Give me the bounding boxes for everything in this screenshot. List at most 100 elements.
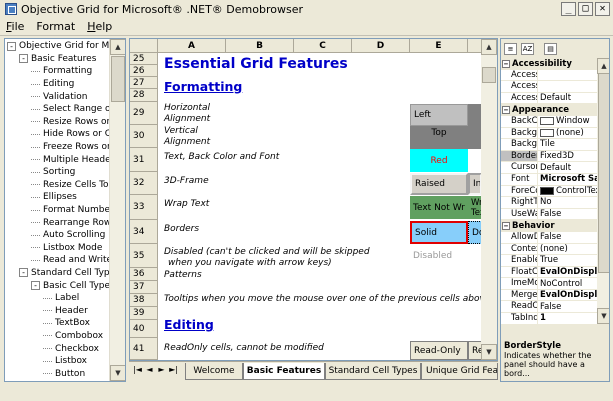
tab-welcome[interactable]: Welcome	[185, 363, 243, 380]
first-tab-icon[interactable]: |◄	[132, 365, 143, 374]
column-header-e[interactable]: E	[410, 39, 468, 53]
tree-item[interactable]: TextBox	[5, 317, 111, 330]
property-list[interactable]: −AccessibilityAccessibleDescriptionAcces…	[501, 58, 609, 324]
prev-tab-icon[interactable]: ◄	[144, 365, 155, 374]
row-header[interactable]: 28	[130, 89, 158, 102]
row-header[interactable]: 32	[130, 172, 158, 195]
sample-inset[interactable]: Ins	[468, 173, 482, 195]
tree-scroll-thumb[interactable]	[111, 56, 125, 102]
menu-file[interactable]: File	[6, 20, 24, 33]
tree-item[interactable]: Freeze Rows or Columns	[5, 141, 111, 154]
tree-item[interactable]: Format Numbers	[5, 204, 111, 217]
tree-item[interactable]: Ellipses	[5, 191, 111, 204]
category-collapse-icon[interactable]: −	[502, 222, 510, 231]
corner-header[interactable]	[130, 39, 158, 53]
column-header-d[interactable]: D	[352, 39, 410, 53]
tree-item[interactable]: Checkbox	[5, 342, 111, 355]
tree-collapse-icon[interactable]: -	[7, 41, 16, 51]
last-tab-icon[interactable]: ►|	[168, 365, 179, 374]
property-row[interactable]: BackColor Window	[501, 115, 609, 128]
tree-item[interactable]: - Standard Cell Types	[5, 267, 111, 280]
tree-item[interactable]: Multiple Header Rows	[5, 153, 111, 166]
property-row[interactable]: AccessibleRoleDefault	[501, 92, 609, 105]
sample-no-wrap[interactable]: Text Not Wr	[410, 196, 468, 219]
sample-solid-border[interactable]: Solid	[410, 221, 468, 244]
property-category[interactable]: − Accessibility	[501, 58, 609, 70]
sample-red-text[interactable]: Red	[410, 149, 468, 172]
row-header[interactable]: 36	[130, 268, 158, 281]
property-row[interactable]: BorderStyleFixed3D	[501, 150, 609, 163]
property-row[interactable]: AllowDropFalse	[501, 231, 609, 244]
tree-item[interactable]: - Basic Features	[5, 53, 111, 66]
tree-item[interactable]: Read and Write Tab	[5, 254, 111, 267]
tree-collapse-icon[interactable]: -	[19, 54, 28, 64]
tree-item[interactable]: Auto Scrolling	[5, 229, 111, 242]
property-row[interactable]: MergeCellsModeEvalOnDisplay	[501, 289, 609, 302]
property-row[interactable]: Font Microsoft Sans	[501, 173, 609, 186]
column-header-f[interactable]	[468, 39, 482, 53]
property-row[interactable]: ContextMenuStrip(none)	[501, 243, 609, 256]
property-category[interactable]: − Behavior	[501, 220, 609, 232]
tree-item[interactable]: Editing	[5, 78, 111, 91]
category-collapse-icon[interactable]: −	[502, 59, 510, 68]
tree-item[interactable]: Formatting	[5, 65, 111, 78]
tree-item[interactable]: Header	[5, 304, 111, 317]
minimize-button[interactable]: _	[561, 2, 576, 16]
tree-item[interactable]: Listbox Mode	[5, 242, 111, 255]
row-header[interactable]: 40	[130, 320, 158, 338]
row-header[interactable]: 25	[130, 53, 158, 65]
tree-collapse-icon[interactable]: -	[31, 281, 40, 291]
categorized-icon[interactable]: ≡	[504, 42, 517, 55]
close-button[interactable]: ✕	[595, 2, 610, 16]
sample-top-align[interactable]: Top	[410, 126, 468, 149]
tab-unique-grid-features[interactable]: Unique Grid Features	[421, 363, 498, 380]
tab-basic-features[interactable]: Basic Features	[243, 363, 325, 380]
row-header[interactable]: 38	[130, 294, 158, 307]
property-row[interactable]: BackgroundImage (none)	[501, 127, 609, 140]
property-row[interactable]: ReadOnlyFalse	[501, 301, 609, 314]
row-header[interactable]: 27	[130, 77, 158, 89]
tree-item[interactable]: - Basic Cell Types	[5, 279, 111, 292]
column-header-b[interactable]: B	[226, 39, 294, 53]
tree-item[interactable]: Resize Rows or Columns	[5, 116, 111, 129]
tree-scroll-down-icon[interactable]: ▼	[110, 365, 125, 381]
sample-wrap[interactable]: WraTex	[468, 196, 482, 219]
grid-scroll-down-icon[interactable]: ▼	[481, 344, 497, 360]
row-header[interactable]: 41	[130, 338, 158, 360]
row-header[interactable]: 29	[130, 102, 158, 125]
property-row[interactable]: UseWaitCursorFalse	[501, 208, 609, 221]
property-row[interactable]: FloatCellsModeEvalOnDisplay	[501, 266, 609, 279]
sample-raised[interactable]: Raised	[410, 173, 468, 195]
row-header[interactable]: 31	[130, 148, 158, 172]
next-tab-icon[interactable]: ►	[156, 365, 167, 374]
property-row[interactable]: AccessibleDescription	[501, 69, 609, 82]
prop-scroll-down-icon[interactable]: ▼	[597, 308, 609, 324]
tree-scroll-up-icon[interactable]: ▲	[110, 39, 125, 55]
property-row[interactable]: ImeModeNoControl	[501, 278, 609, 290]
tree-item[interactable]: Rearrange Rows	[5, 216, 111, 229]
tree-item[interactable]: Button	[5, 367, 111, 380]
grid-vertical-scrollbar[interactable]: ▲ ▼	[481, 39, 497, 360]
property-pages-icon[interactable]: ▤	[544, 42, 557, 55]
maximize-button[interactable]: □	[578, 2, 593, 16]
tab-standard-cell-types[interactable]: Standard Cell Types	[325, 363, 421, 380]
prop-scroll-up-icon[interactable]: ▲	[597, 58, 609, 74]
demo-tree[interactable]: -Objective Grid for Microsoft-Basic Feat…	[4, 38, 126, 382]
tree-item[interactable]: Select Range of Cells	[5, 103, 111, 116]
property-row[interactable]: RightToLeftNo	[501, 197, 609, 209]
feature-grid[interactable]: A B C D E 25 26 27 28 29 30 31 32 33 34 35 36 37 38 39…	[129, 38, 498, 361]
property-row[interactable]: AccessibleName	[501, 81, 609, 93]
tree-item[interactable]: Listbox	[5, 355, 111, 368]
tree-item[interactable]: Combobox	[5, 330, 111, 343]
property-row[interactable]: Cursor Default	[501, 162, 609, 174]
resize-grip-icon[interactable]	[601, 389, 613, 401]
grid-scroll-thumb[interactable]	[482, 67, 496, 83]
tree-item[interactable]: -Objective Grid for Microsoft	[5, 40, 111, 53]
tree-item[interactable]: Validation	[5, 90, 111, 103]
tree-item[interactable]: Label	[5, 292, 111, 305]
grid-scroll-up-icon[interactable]: ▲	[481, 39, 497, 55]
tree-scrollbar[interactable]: ▲ ▼	[109, 39, 125, 381]
property-row[interactable]: EnabledTrue	[501, 255, 609, 267]
property-row[interactable]: BackgroundImageLayoutTile	[501, 139, 609, 151]
row-header[interactable]: 37	[130, 281, 158, 294]
